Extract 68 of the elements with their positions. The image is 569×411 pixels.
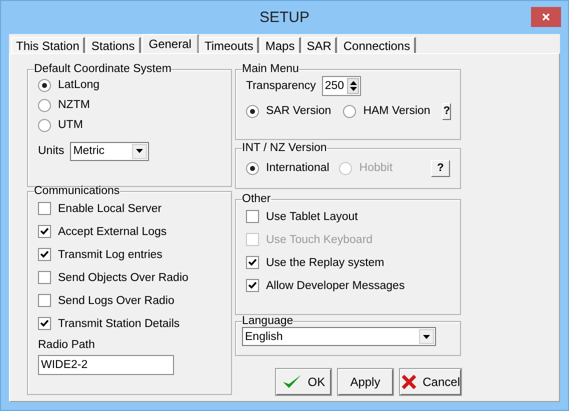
check-icon bbox=[248, 281, 257, 290]
help-button[interactable]: ? bbox=[442, 102, 452, 120]
caret-icon bbox=[136, 149, 144, 153]
radio-option[interactable]: UTM bbox=[38, 118, 83, 132]
checkbox-option[interactable]: Use the Replay system bbox=[246, 256, 384, 269]
dialog-button[interactable]: Apply bbox=[338, 369, 393, 395]
units-dropdown[interactable]: Metric bbox=[70, 142, 150, 160]
caret-icon bbox=[423, 334, 430, 338]
tab[interactable]: SAR bbox=[302, 37, 338, 53]
units-label: Units bbox=[38, 145, 64, 157]
checkbox-option[interactable]: Send Objects Over Radio bbox=[38, 271, 188, 284]
tab[interactable]: Connections bbox=[338, 37, 416, 53]
radio-option[interactable]: SAR Version bbox=[246, 104, 332, 118]
group-title: Main Menu bbox=[242, 63, 299, 75]
dialog-button[interactable]: OK bbox=[276, 369, 331, 395]
group-title: INT / NZ Version bbox=[242, 142, 327, 154]
checkbox[interactable] bbox=[38, 248, 51, 261]
radio-option[interactable]: HAM Version bbox=[343, 104, 430, 118]
checkbox[interactable] bbox=[246, 279, 259, 292]
group-title: Default Coordinate System bbox=[34, 63, 172, 75]
checkbox-option[interactable]: Use Tablet Layout bbox=[246, 210, 358, 223]
group-title: Communications bbox=[34, 185, 120, 197]
help-button[interactable]: ? bbox=[431, 160, 450, 176]
dialog-button[interactable]: Cancel bbox=[400, 369, 461, 395]
checkbox[interactable] bbox=[246, 256, 259, 269]
spin-arrows-icon bbox=[350, 80, 357, 92]
tab[interactable]: Stations bbox=[86, 37, 141, 53]
checkbox-option[interactable]: Enable Local Server bbox=[38, 202, 162, 215]
group-title: Other bbox=[242, 193, 271, 205]
transparency-spinner[interactable]: 250 bbox=[322, 76, 362, 96]
tab[interactable]: Timeouts bbox=[199, 37, 260, 53]
checkbox-option[interactable]: Send Logs Over Radio bbox=[38, 294, 174, 307]
checkbox[interactable] bbox=[38, 225, 51, 238]
radio-button[interactable] bbox=[38, 118, 51, 132]
close-icon bbox=[542, 13, 550, 21]
tab[interactable]: This Station bbox=[11, 37, 86, 53]
cross-icon bbox=[400, 374, 417, 390]
radio-option[interactable]: NZTM bbox=[38, 98, 90, 112]
language-dropdown[interactable]: English bbox=[242, 327, 436, 346]
checkbox[interactable] bbox=[246, 210, 259, 223]
checkbox[interactable] bbox=[38, 271, 51, 284]
radio-button[interactable] bbox=[343, 104, 356, 118]
checkbox[interactable] bbox=[38, 317, 51, 330]
transparency-label: Transparency bbox=[246, 80, 316, 92]
group-title: Language bbox=[242, 315, 294, 327]
tab[interactable]: Maps bbox=[260, 37, 301, 53]
checkbox-option[interactable]: Transmit Log entries bbox=[38, 248, 162, 261]
close-button[interactable] bbox=[531, 7, 561, 27]
window-title: SETUP bbox=[259, 8, 310, 26]
check-icon bbox=[40, 227, 49, 236]
radio-option[interactable]: LatLong bbox=[38, 78, 100, 92]
radio-button[interactable] bbox=[246, 162, 259, 174]
checkbox-option[interactable]: Allow Developer Messages bbox=[246, 279, 405, 292]
checkbox-option[interactable]: Transmit Station Details bbox=[38, 317, 180, 330]
checkmark-icon bbox=[282, 374, 302, 390]
checkbox-option[interactable]: Accept External Logs bbox=[38, 225, 167, 238]
check-icon bbox=[40, 250, 49, 259]
checkbox[interactable] bbox=[38, 202, 51, 215]
checkbox[interactable] bbox=[38, 294, 51, 307]
radio-path-field[interactable]: WIDE2-2 bbox=[38, 355, 174, 375]
radio-button[interactable] bbox=[38, 78, 51, 92]
tab[interactable]: General bbox=[142, 34, 200, 53]
radio-path-label: Radio Path bbox=[38, 339, 95, 351]
radio-button[interactable] bbox=[246, 104, 259, 118]
radio-button[interactable] bbox=[38, 98, 51, 112]
check-icon bbox=[40, 319, 49, 328]
radio-option[interactable]: International bbox=[246, 162, 330, 174]
check-icon bbox=[248, 258, 257, 267]
